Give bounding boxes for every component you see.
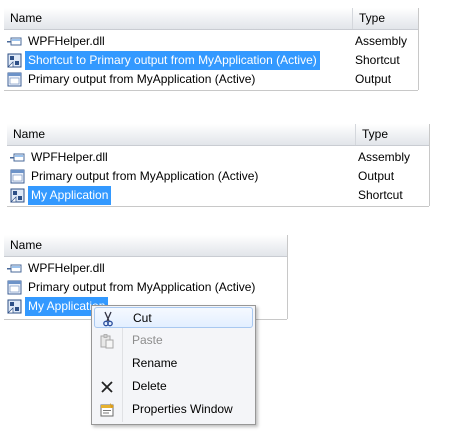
column-header: Name — [4, 235, 287, 257]
row-type: Output — [358, 169, 395, 183]
table-row[interactable]: WPFHelper.dll Assembly — [4, 32, 418, 51]
shortcut-icon — [7, 299, 22, 314]
menu-item-delete[interactable]: Delete — [94, 376, 253, 397]
type-column-header[interactable]: Type — [356, 124, 429, 145]
row-type: Assembly — [355, 34, 408, 48]
table-row[interactable]: Shortcut to Primary output from MyApplic… — [4, 51, 418, 70]
table-row[interactable]: My Application Shortcut — [7, 186, 429, 205]
column-header: Name Type — [7, 124, 429, 146]
shortcut-icon — [10, 188, 25, 203]
menu-item-label: Cut — [133, 311, 152, 325]
row-name: My Application — [28, 186, 112, 205]
row-name: Primary output from MyApplication (Activ… — [31, 169, 259, 183]
menu-item-cut[interactable]: Cut — [94, 307, 253, 328]
menu-item-label: Rename — [132, 356, 178, 370]
row-name: Shortcut to Primary output from MyApplic… — [25, 51, 320, 70]
column-header: Name Type — [4, 8, 418, 30]
menu-item-rename[interactable]: Rename — [94, 353, 253, 374]
table-row[interactable]: Primary output from MyApplication (Activ… — [7, 167, 429, 186]
table-row[interactable]: WPFHelper.dll Assembly — [7, 148, 429, 167]
table-row[interactable]: WPFHelper.dll — [4, 259, 287, 278]
context-menu: Cut Paste Rename Delete Properties Windo… — [91, 305, 256, 425]
file-list-panel-1: Name Type WPFHelper.dll Assembly Shortcu… — [4, 8, 419, 91]
table-row[interactable]: Primary output from MyApplication (Activ… — [4, 70, 418, 89]
row-type: Assembly — [358, 150, 411, 164]
row-type: Shortcut — [358, 188, 403, 202]
scissors-icon — [103, 311, 113, 327]
menu-item-label: Paste — [132, 333, 163, 347]
row-name: WPFHelper.dll — [28, 261, 105, 275]
paste-icon — [100, 334, 114, 349]
name-column-header[interactable]: Name — [4, 8, 352, 29]
row-name: WPFHelper.dll — [28, 34, 105, 48]
menu-item-paste[interactable]: Paste — [94, 330, 253, 351]
row-type: Shortcut — [355, 53, 400, 67]
type-column-header[interactable]: Type — [353, 8, 418, 29]
dll-file-icon — [7, 37, 22, 46]
properties-window-icon — [100, 403, 114, 417]
output-icon — [7, 72, 22, 87]
menu-item-label: Delete — [132, 379, 167, 393]
output-icon — [10, 169, 25, 184]
row-name: Primary output from MyApplication (Activ… — [28, 280, 256, 294]
delete-x-icon — [101, 381, 113, 393]
name-column-header[interactable]: Name — [7, 124, 355, 145]
file-list-panel-2: Name Type WPFHelper.dll Assembly Primary… — [7, 124, 430, 207]
row-name: WPFHelper.dll — [31, 150, 108, 164]
row-name: Primary output from MyApplication (Activ… — [28, 72, 256, 86]
menu-item-label: Properties Window — [132, 402, 233, 416]
dll-file-icon — [10, 153, 25, 162]
menu-item-properties-window[interactable]: Properties Window — [94, 399, 253, 420]
table-row[interactable]: Primary output from MyApplication (Activ… — [4, 278, 287, 297]
shortcut-icon — [7, 53, 22, 68]
output-icon — [7, 280, 22, 295]
row-type: Output — [355, 72, 392, 86]
dll-file-icon — [7, 264, 22, 273]
name-column-header[interactable]: Name — [4, 235, 287, 256]
